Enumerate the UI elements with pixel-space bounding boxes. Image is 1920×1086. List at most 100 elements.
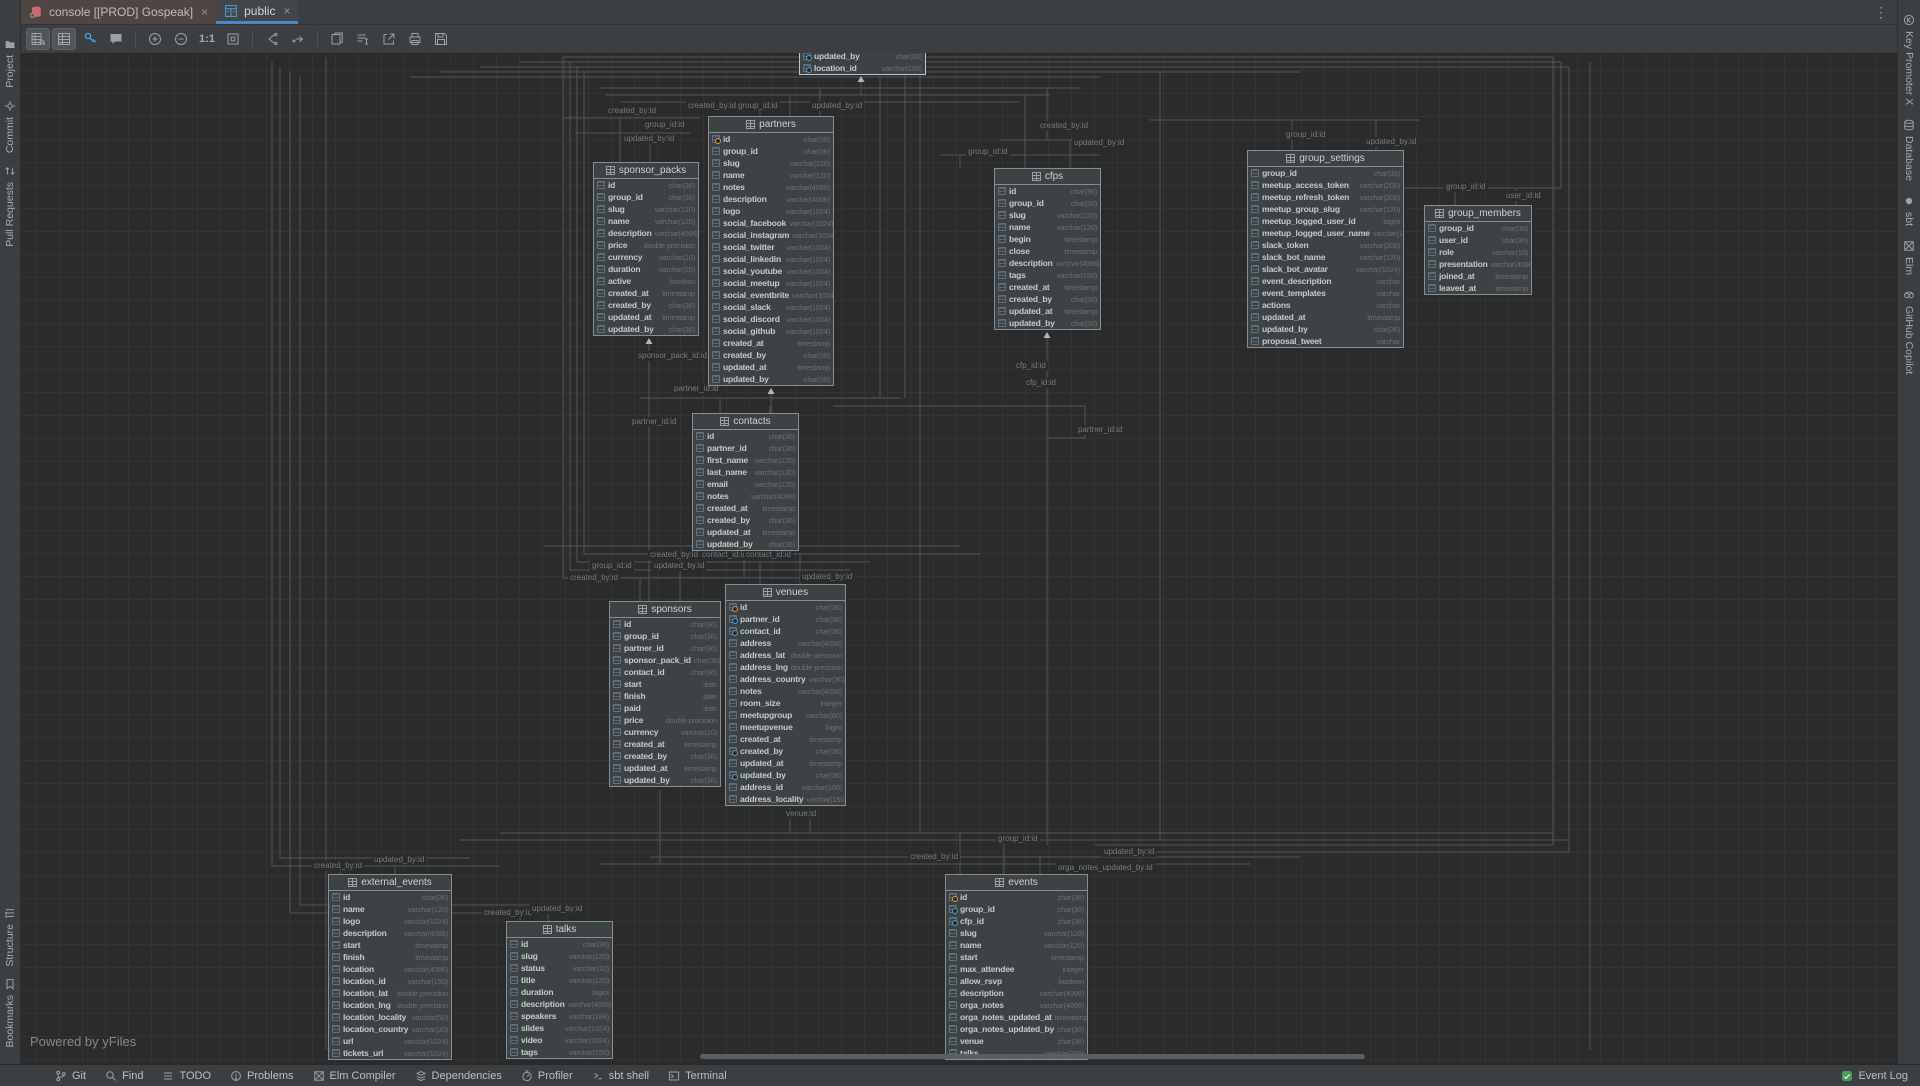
- diagram-table-cfps[interactable]: cfpsidchar(36)group_idchar(36)slugvarcha…: [994, 168, 1101, 330]
- table-column-row[interactable]: social_discordvarchar(1024): [709, 313, 833, 325]
- table-column-row[interactable]: slack_bot_namevarchar(120): [1248, 251, 1403, 263]
- toolwindow-button-key-promoter-x[interactable]: Key Promoter X: [1898, 14, 1920, 105]
- layout-direction-button[interactable]: [286, 28, 310, 50]
- table-column-row[interactable]: first_namevarchar(120): [693, 454, 798, 466]
- close-icon[interactable]: ×: [201, 6, 208, 18]
- toolwindow-button-commit[interactable]: Commit: [0, 100, 20, 153]
- tab-public[interactable]: public ×: [216, 0, 298, 24]
- diagram-canvas[interactable]: Powered by yFiles created_by:idgroup_id:…: [21, 53, 1897, 1064]
- table-column-row[interactable]: user_idchar(36): [1425, 234, 1531, 246]
- table-header[interactable]: external_events: [329, 875, 451, 891]
- table-column-row[interactable]: updated_bychar(36): [995, 317, 1100, 329]
- table-column-row[interactable]: idchar(36): [693, 430, 798, 442]
- toolwindow-button-structure[interactable]: Structure: [0, 907, 20, 967]
- table-column-row[interactable]: notesvarchar(4096): [693, 490, 798, 502]
- diagram-table-clipped[interactable]: updated_bychar(36)location_idvarchar(150…: [799, 53, 926, 75]
- table-column-row[interactable]: actionsvarchar: [1248, 299, 1403, 311]
- table-column-row[interactable]: locationvarchar(4096): [329, 963, 451, 975]
- table-header[interactable]: talks: [507, 922, 612, 938]
- table-column-row[interactable]: social_linkedinvarchar(1024): [709, 253, 833, 265]
- table-column-row[interactable]: social_youtubevarchar(1024): [709, 265, 833, 277]
- table-column-row[interactable]: last_namevarchar(120): [693, 466, 798, 478]
- table-column-row[interactable]: idchar(36): [726, 601, 845, 613]
- table-column-row[interactable]: descriptionvarchar(4096): [995, 257, 1100, 269]
- table-column-row[interactable]: created_attimestamp: [709, 337, 833, 349]
- table-column-row[interactable]: startdate: [610, 678, 720, 690]
- table-column-row[interactable]: paiddate: [610, 702, 720, 714]
- table-column-row[interactable]: notesvarchar(4096): [726, 685, 845, 697]
- table-column-row[interactable]: room_sizeinteger: [726, 697, 845, 709]
- toolwindow-button-project[interactable]: Project: [0, 38, 20, 88]
- table-column-row[interactable]: social_githubvarchar(1024): [709, 325, 833, 337]
- table-column-row[interactable]: currencyvarchar(10): [610, 726, 720, 738]
- table-column-row[interactable]: meetup_refresh_tokenvarchar(200): [1248, 191, 1403, 203]
- table-column-row[interactable]: namevarchar(120): [946, 939, 1087, 951]
- table-header[interactable]: group_settings: [1248, 151, 1403, 167]
- table-column-row[interactable]: group_idchar(36): [946, 903, 1087, 915]
- table-column-row[interactable]: descriptionvarchar(4096): [946, 987, 1087, 999]
- horizontal-scrollbar-thumb[interactable]: [700, 1054, 1365, 1059]
- table-column-row[interactable]: group_idchar(36): [594, 191, 698, 203]
- table-column-row[interactable]: slugvarchar(120): [946, 927, 1087, 939]
- diagram-table-sponsor_packs[interactable]: sponsor_packsidchar(36)group_idchar(36)s…: [593, 162, 699, 336]
- table-column-row[interactable]: meetup_logged_user_idbigint: [1248, 215, 1403, 227]
- table-column-row[interactable]: finishtimestamp: [329, 951, 451, 963]
- table-column-row[interactable]: currencyvarchar(10): [594, 251, 698, 263]
- status-item-profiler[interactable]: Profiler: [521, 1070, 573, 1082]
- table-column-row[interactable]: updated_bychar(36): [1248, 323, 1403, 335]
- table-column-row[interactable]: idchar(36): [995, 185, 1100, 197]
- table-column-row[interactable]: orga_notes_updated_bychar(36): [946, 1023, 1087, 1035]
- status-item-elm-compiler[interactable]: Elm Compiler: [313, 1070, 396, 1082]
- table-column-row[interactable]: speakersvarchar(184): [507, 1010, 612, 1022]
- table-column-row[interactable]: venuechar(36): [946, 1035, 1087, 1047]
- diagram-table-group_settings[interactable]: group_settingsgroup_idchar(36)meetup_acc…: [1247, 150, 1404, 348]
- table-column-row[interactable]: location_localityvarchar(50): [329, 1011, 451, 1023]
- table-column-row[interactable]: joined_attimestamp: [1425, 270, 1531, 282]
- table-column-row[interactable]: descriptionvarchar(4096): [709, 193, 833, 205]
- zoom-in-button[interactable]: [143, 28, 167, 50]
- table-column-row[interactable]: address_lngdouble precision: [726, 661, 845, 673]
- table-header[interactable]: partners: [709, 117, 833, 133]
- table-column-row[interactable]: updated_bychar(36): [800, 53, 925, 62]
- table-column-row[interactable]: meetup_access_tokenvarchar(200): [1248, 179, 1403, 191]
- table-column-row[interactable]: slugvarchar(120): [507, 950, 612, 962]
- table-column-row[interactable]: location_lngdouble precision: [329, 999, 451, 1011]
- table-column-row[interactable]: social_instagramvarchar(1024): [709, 229, 833, 241]
- table-column-row[interactable]: slack_tokenvarchar(200): [1248, 239, 1403, 251]
- diagram-table-talks[interactable]: talksidchar(36)slugvarchar(120)statusvar…: [506, 921, 613, 1059]
- table-column-row[interactable]: updated_bychar(36): [594, 323, 698, 335]
- table-column-row[interactable]: namevarchar(120): [329, 903, 451, 915]
- table-column-row[interactable]: proposal_tweetvarchar: [1248, 335, 1403, 347]
- table-column-row[interactable]: emailvarchar(120): [693, 478, 798, 490]
- table-column-row[interactable]: slugvarchar(120): [594, 203, 698, 215]
- table-column-row[interactable]: meetup_logged_user_namevarchar(120): [1248, 227, 1403, 239]
- diagram-table-group_members[interactable]: group_membersgroup_idchar(36)user_idchar…: [1424, 205, 1532, 295]
- table-column-row[interactable]: location_idvarchar(150): [329, 975, 451, 987]
- table-column-row[interactable]: notesvarchar(4096): [709, 181, 833, 193]
- table-column-row[interactable]: updated_attimestamp: [693, 526, 798, 538]
- toolwindow-button-database[interactable]: Database: [1898, 119, 1920, 181]
- toolwindow-button-bookmarks[interactable]: Bookmarks: [0, 978, 20, 1048]
- table-column-row[interactable]: created_attimestamp: [726, 733, 845, 745]
- table-column-row[interactable]: address_countryvarchar(30): [726, 673, 845, 685]
- table-column-row[interactable]: group_idchar(36): [610, 630, 720, 642]
- table-column-row[interactable]: social_eventbritevarchar(1024): [709, 289, 833, 301]
- table-column-row[interactable]: presentationvarchar(4096): [1425, 258, 1531, 270]
- table-column-row[interactable]: updated_bychar(36): [709, 373, 833, 385]
- table-column-row[interactable]: cfp_idchar(36): [946, 915, 1087, 927]
- table-column-row[interactable]: orga_notesvarchar(4096): [946, 999, 1087, 1011]
- table-column-row[interactable]: idchar(36): [594, 179, 698, 191]
- fit-content-button[interactable]: [221, 28, 245, 50]
- table-column-row[interactable]: address_latdouble precision: [726, 649, 845, 661]
- table-column-row[interactable]: titlevarchar(120): [507, 974, 612, 986]
- table-column-row[interactable]: durationvarchar(20): [594, 263, 698, 275]
- table-column-row[interactable]: logovarchar(1024): [709, 205, 833, 217]
- table-column-row[interactable]: social_twittervarchar(1024): [709, 241, 833, 253]
- comments-button[interactable]: [104, 28, 128, 50]
- table-column-row[interactable]: idchar(36): [946, 891, 1087, 903]
- print-button[interactable]: [403, 28, 427, 50]
- table-header[interactable]: venues: [726, 585, 845, 601]
- table-column-row[interactable]: leaved_attimestamp: [1425, 282, 1531, 294]
- table-column-row[interactable]: pricedouble precision: [594, 239, 698, 251]
- table-column-row[interactable]: created_attimestamp: [995, 281, 1100, 293]
